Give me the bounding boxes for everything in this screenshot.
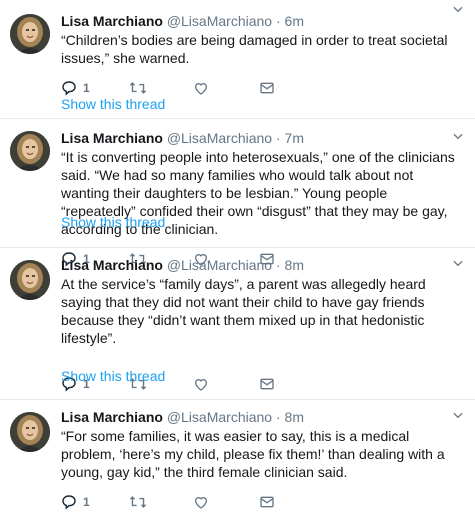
avatar[interactable] xyxy=(10,14,50,54)
chevron-down-icon[interactable] xyxy=(451,129,465,143)
retweet-icon xyxy=(129,496,147,508)
envelope-icon xyxy=(260,82,274,94)
author-name[interactable]: Lisa Marchiano xyxy=(61,409,163,425)
tweet-text: “Children’s bodies are being damaged in … xyxy=(61,32,448,66)
separator-dot: · xyxy=(275,130,281,146)
heart-icon xyxy=(194,83,208,95)
heart-icon xyxy=(194,497,208,509)
tweet[interactable]: Lisa Marchiano @LisaMarchiano · 8m At th… xyxy=(0,248,475,400)
retweet-button[interactable] xyxy=(129,493,147,511)
like-button[interactable] xyxy=(193,79,209,97)
reply-count: 1 xyxy=(83,81,90,95)
avatar[interactable] xyxy=(10,260,50,300)
reply-button[interactable]: 1 xyxy=(61,493,90,511)
retweet-button[interactable] xyxy=(129,79,147,97)
tweet[interactable]: Lisa Marchiano @LisaMarchiano · 8m “For … xyxy=(0,400,475,510)
direct-message-button[interactable] xyxy=(259,375,275,393)
author-handle[interactable]: @LisaMarchiano xyxy=(167,13,272,29)
avatar[interactable] xyxy=(10,412,50,452)
reply-count: 1 xyxy=(83,495,90,509)
tweet-header: Lisa Marchiano @LisaMarchiano · 6m xyxy=(61,12,465,30)
timestamp[interactable]: 7m xyxy=(285,130,304,146)
direct-message-button[interactable] xyxy=(259,79,275,97)
separator-dot: · xyxy=(275,409,281,425)
chevron-down-icon[interactable] xyxy=(451,408,465,422)
chevron-down-icon[interactable] xyxy=(451,2,465,16)
separator-dot: · xyxy=(275,257,281,273)
timeline: Lisa Marchiano @LisaMarchiano · 6m “Chil… xyxy=(0,0,475,510)
tweet-header: Lisa Marchiano @LisaMarchiano · 8m xyxy=(61,408,465,426)
tweet[interactable]: Lisa Marchiano @LisaMarchiano · 7m “It i… xyxy=(0,119,475,267)
author-handle[interactable]: @LisaMarchiano xyxy=(167,409,272,425)
author-name[interactable]: Lisa Marchiano xyxy=(61,13,163,29)
show-thread-link[interactable]: Show this thread xyxy=(61,96,165,112)
reply-icon xyxy=(62,495,76,510)
separator-dot: · xyxy=(275,13,281,29)
chevron-down-icon[interactable] xyxy=(451,256,465,270)
envelope-icon xyxy=(260,496,274,508)
tweet[interactable]: Lisa Marchiano @LisaMarchiano · 6m “Chil… xyxy=(0,0,475,119)
tweet-content: Lisa Marchiano @LisaMarchiano · 8m “For … xyxy=(61,408,465,513)
author-name[interactable]: Lisa Marchiano xyxy=(61,257,163,273)
tweet-header: Lisa Marchiano @LisaMarchiano · 8m xyxy=(61,256,465,274)
author-handle[interactable]: @LisaMarchiano xyxy=(167,257,272,273)
direct-message-button[interactable] xyxy=(259,493,275,511)
heart-icon xyxy=(194,379,208,391)
show-thread-link[interactable]: Show this thread xyxy=(61,214,165,230)
like-button[interactable] xyxy=(193,493,209,511)
author-name[interactable]: Lisa Marchiano xyxy=(61,130,163,146)
tweet-header: Lisa Marchiano @LisaMarchiano · 7m xyxy=(61,129,465,147)
tweet-content: Lisa Marchiano @LisaMarchiano · 6m “Chil… xyxy=(61,12,465,99)
reply-icon xyxy=(62,81,76,96)
avatar[interactable] xyxy=(10,131,50,171)
envelope-icon xyxy=(260,378,274,390)
author-handle[interactable]: @LisaMarchiano xyxy=(167,130,272,146)
tweet-text: At the service’s “family days”, a parent… xyxy=(61,276,426,346)
like-button[interactable] xyxy=(193,375,209,393)
show-thread-link[interactable]: Show this thread xyxy=(61,368,165,384)
timestamp[interactable]: 8m xyxy=(285,409,304,425)
retweet-icon xyxy=(129,82,147,94)
timestamp[interactable]: 6m xyxy=(285,13,304,29)
tweet-actions: 1 xyxy=(61,493,465,513)
tweet-text: “For some families, it was easier to say… xyxy=(61,428,445,480)
timestamp[interactable]: 8m xyxy=(285,257,304,273)
reply-button[interactable]: 1 xyxy=(61,79,90,97)
